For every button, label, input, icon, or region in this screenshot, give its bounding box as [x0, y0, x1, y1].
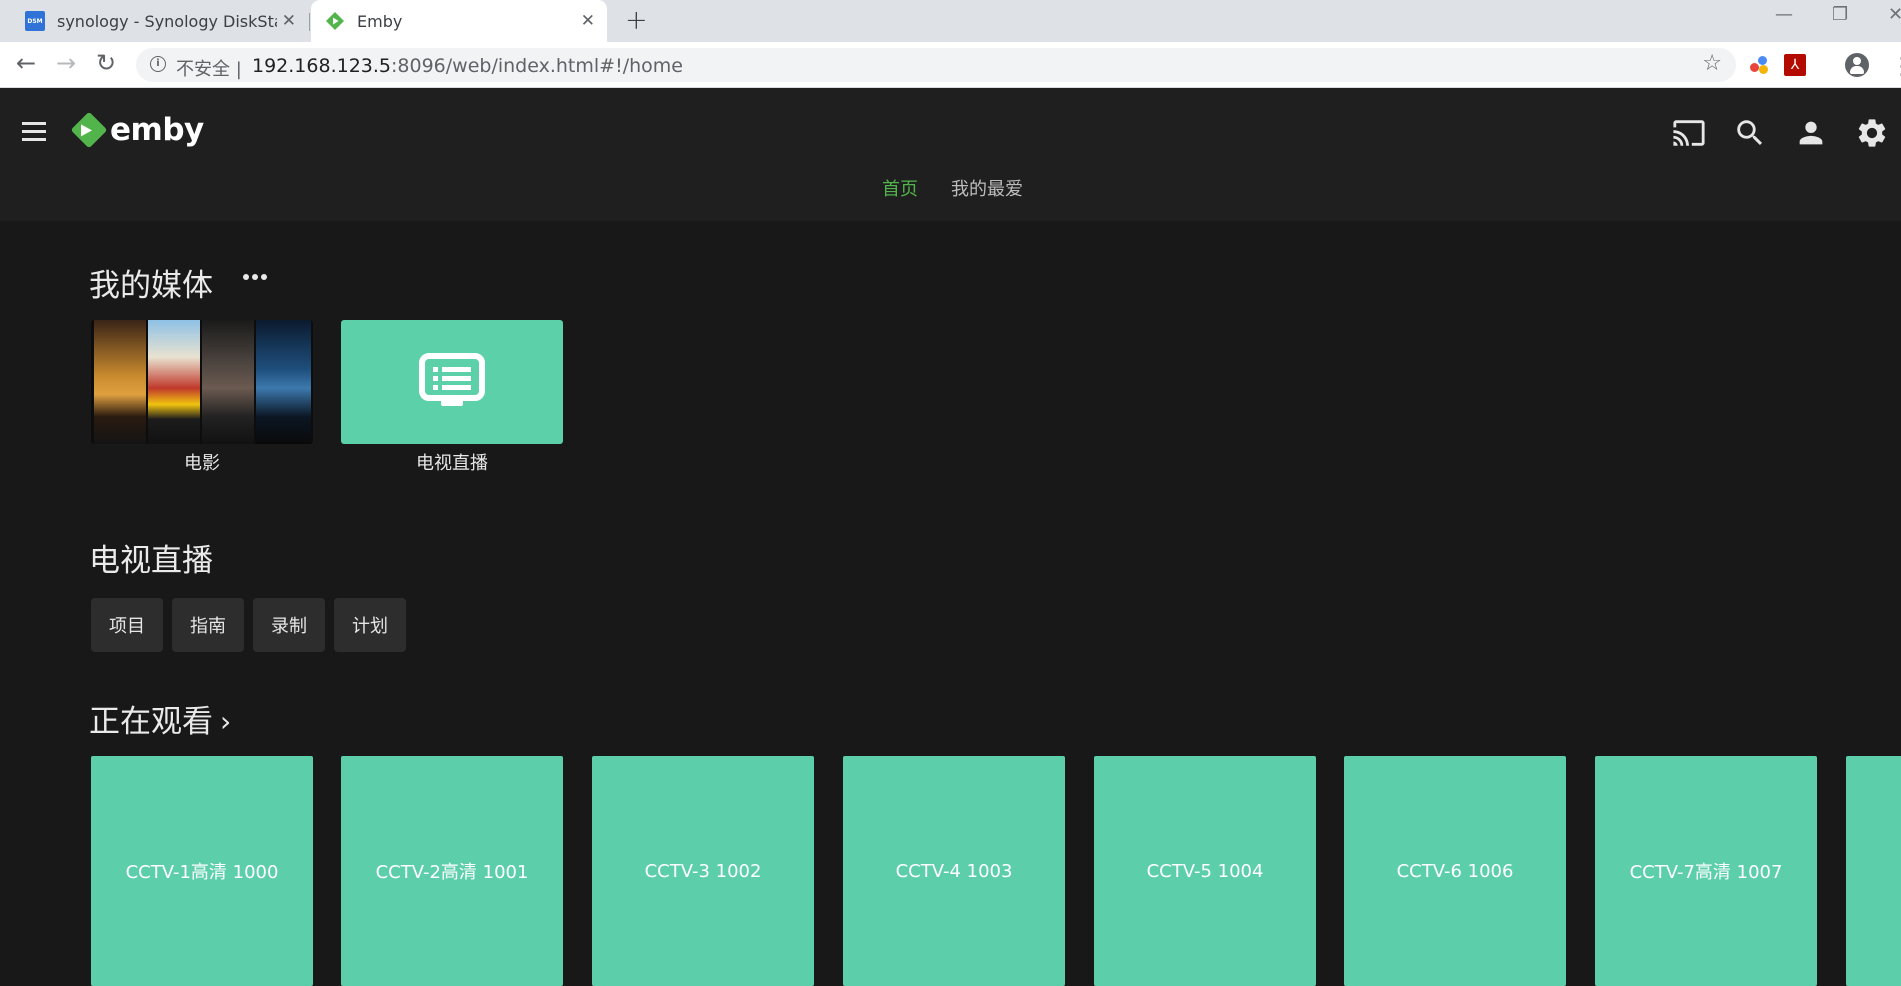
tab-home[interactable]: 首页	[882, 175, 918, 201]
security-indicator[interactable]: 不安全 |	[176, 55, 242, 81]
channel-card[interactable]: CCTV-5 1004	[1094, 756, 1316, 986]
channel-card[interactable]: CCTV-3 1002	[592, 756, 814, 986]
security-label: 不安全	[176, 59, 230, 80]
live-tv-title: 电视直播	[89, 543, 213, 579]
poster-thumbnail	[202, 320, 254, 444]
tv-guide-icon	[419, 353, 485, 406]
library-label-movies: 电影	[184, 453, 220, 474]
browser-tab-synology[interactable]: DSM synology - Synology DiskStation ✕	[12, 0, 308, 42]
channel-card[interactable]: CCTV-6 1006	[1344, 756, 1566, 986]
url-path: :8096/web/index.html#!/home	[391, 55, 683, 77]
logo-text: emby	[110, 112, 204, 148]
tab-favorites[interactable]: 我的最爱	[951, 175, 1023, 201]
live-tv-button-schedule[interactable]: 计划	[334, 598, 406, 652]
url-text[interactable]: 192.168.123.5:8096/web/index.html#!/home	[252, 55, 683, 77]
separator: |	[235, 59, 242, 80]
channel-card-partial[interactable]	[1846, 756, 1901, 986]
extension-icon[interactable]	[1748, 54, 1770, 76]
browser-toolbar: ← → ↻ i 不安全 | 192.168.123.5:8096/web/ind…	[0, 42, 1901, 88]
channel-card[interactable]: CCTV-1高清 1000	[91, 756, 313, 986]
library-label-live-tv: 电视直播	[416, 453, 488, 474]
emby-header: emby 首页 我的最爱	[0, 88, 1901, 221]
close-tab-icon[interactable]: ✕	[581, 11, 595, 31]
channel-card[interactable]: CCTV-4 1003	[843, 756, 1065, 986]
dsm-favicon-icon: DSM	[25, 11, 45, 31]
emby-logo-icon	[70, 111, 108, 149]
library-card-movies[interactable]	[91, 320, 313, 444]
restore-window-icon[interactable]: ❐	[1832, 4, 1848, 25]
hamburger-menu-icon[interactable]	[22, 122, 46, 142]
forward-arrow-icon[interactable]: →	[56, 49, 76, 77]
user-icon[interactable]	[1794, 116, 1828, 150]
cast-icon[interactable]	[1672, 116, 1706, 150]
reload-icon[interactable]: ↻	[96, 49, 116, 77]
channel-card[interactable]: CCTV-2高清 1001	[341, 756, 563, 986]
settings-gear-icon[interactable]	[1855, 116, 1889, 150]
tab-title: Emby	[357, 11, 403, 31]
close-tab-icon[interactable]: ✕	[282, 11, 296, 31]
browser-tab-emby[interactable]: Emby ✕	[311, 0, 607, 42]
library-card-live-tv[interactable]	[341, 320, 563, 444]
tab-divider	[309, 13, 310, 31]
now-watching-title[interactable]: 正在观看	[89, 696, 213, 741]
live-tv-button-guide[interactable]: 指南	[172, 598, 244, 652]
url-host: 192.168.123.5	[252, 55, 392, 77]
tab-title: synology - Synology DiskStation	[57, 11, 277, 31]
profile-avatar-icon[interactable]	[1845, 53, 1869, 77]
back-arrow-icon[interactable]: ←	[16, 49, 36, 77]
emby-favicon-icon	[326, 12, 344, 30]
adobe-pdf-extension-icon[interactable]: ⅄	[1784, 54, 1806, 76]
browser-tab-strip: DSM synology - Synology DiskStation ✕ Em…	[0, 0, 1901, 42]
poster-thumbnail	[94, 320, 146, 444]
channel-card[interactable]: CCTV-7高清 1007	[1595, 756, 1817, 986]
new-tab-button[interactable]: +	[625, 5, 648, 36]
my-media-title: 我的媒体	[89, 268, 213, 304]
emby-logo[interactable]: emby	[70, 111, 204, 149]
live-tv-button-recordings[interactable]: 录制	[253, 598, 325, 652]
poster-thumbnail	[256, 320, 311, 444]
address-bar[interactable]: i 不安全 | 192.168.123.5:8096/web/index.htm…	[136, 48, 1736, 82]
chevron-right-icon[interactable]: ›	[220, 705, 231, 738]
close-window-icon[interactable]: ✕	[1888, 4, 1901, 25]
search-icon[interactable]	[1733, 116, 1767, 150]
more-options-icon[interactable]	[243, 270, 269, 284]
info-icon[interactable]: i	[150, 56, 166, 72]
browser-menu-icon[interactable]: ⋮	[1890, 52, 1901, 80]
minimize-window-icon[interactable]: —	[1775, 4, 1793, 25]
live-tv-button-items[interactable]: 项目	[91, 598, 163, 652]
poster-thumbnail	[148, 320, 200, 444]
bookmark-star-icon[interactable]: ☆	[1702, 51, 1722, 76]
